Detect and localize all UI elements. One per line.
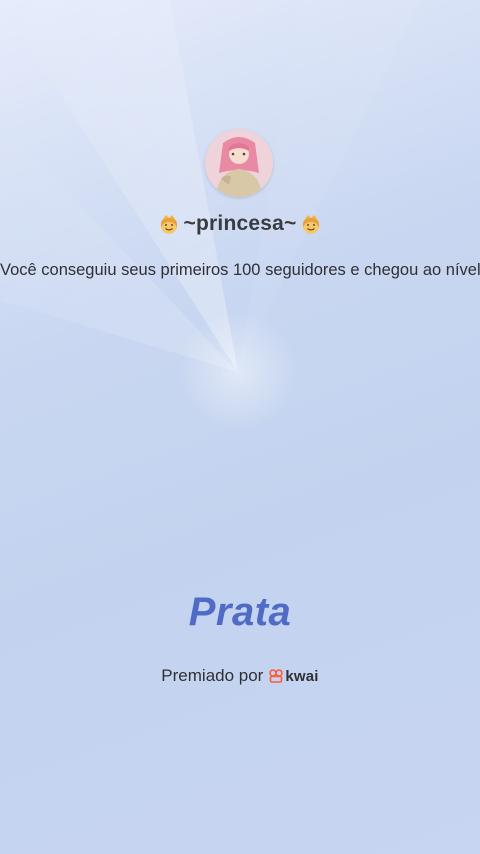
profile-photo-icon [205, 129, 273, 197]
level-title: Prata [188, 590, 292, 634]
crowned-face-emoji-icon [160, 215, 177, 234]
kwai-logo-icon [269, 669, 284, 683]
awarded-by-label: Premiado por [161, 666, 264, 685]
crowned-face-emoji-icon [303, 215, 320, 234]
username-row: ~princesa~ [0, 208, 480, 240]
awarded-by-row: Premiado por kwai [0, 664, 480, 688]
brand-mark: kwai [269, 668, 318, 685]
profile-avatar[interactable] [205, 129, 273, 197]
achievement-message: Você conseguiu seus primeiros 100 seguid… [0, 261, 480, 279]
username: ~princesa~ [183, 212, 297, 235]
brand-name: kwai [285, 667, 319, 685]
